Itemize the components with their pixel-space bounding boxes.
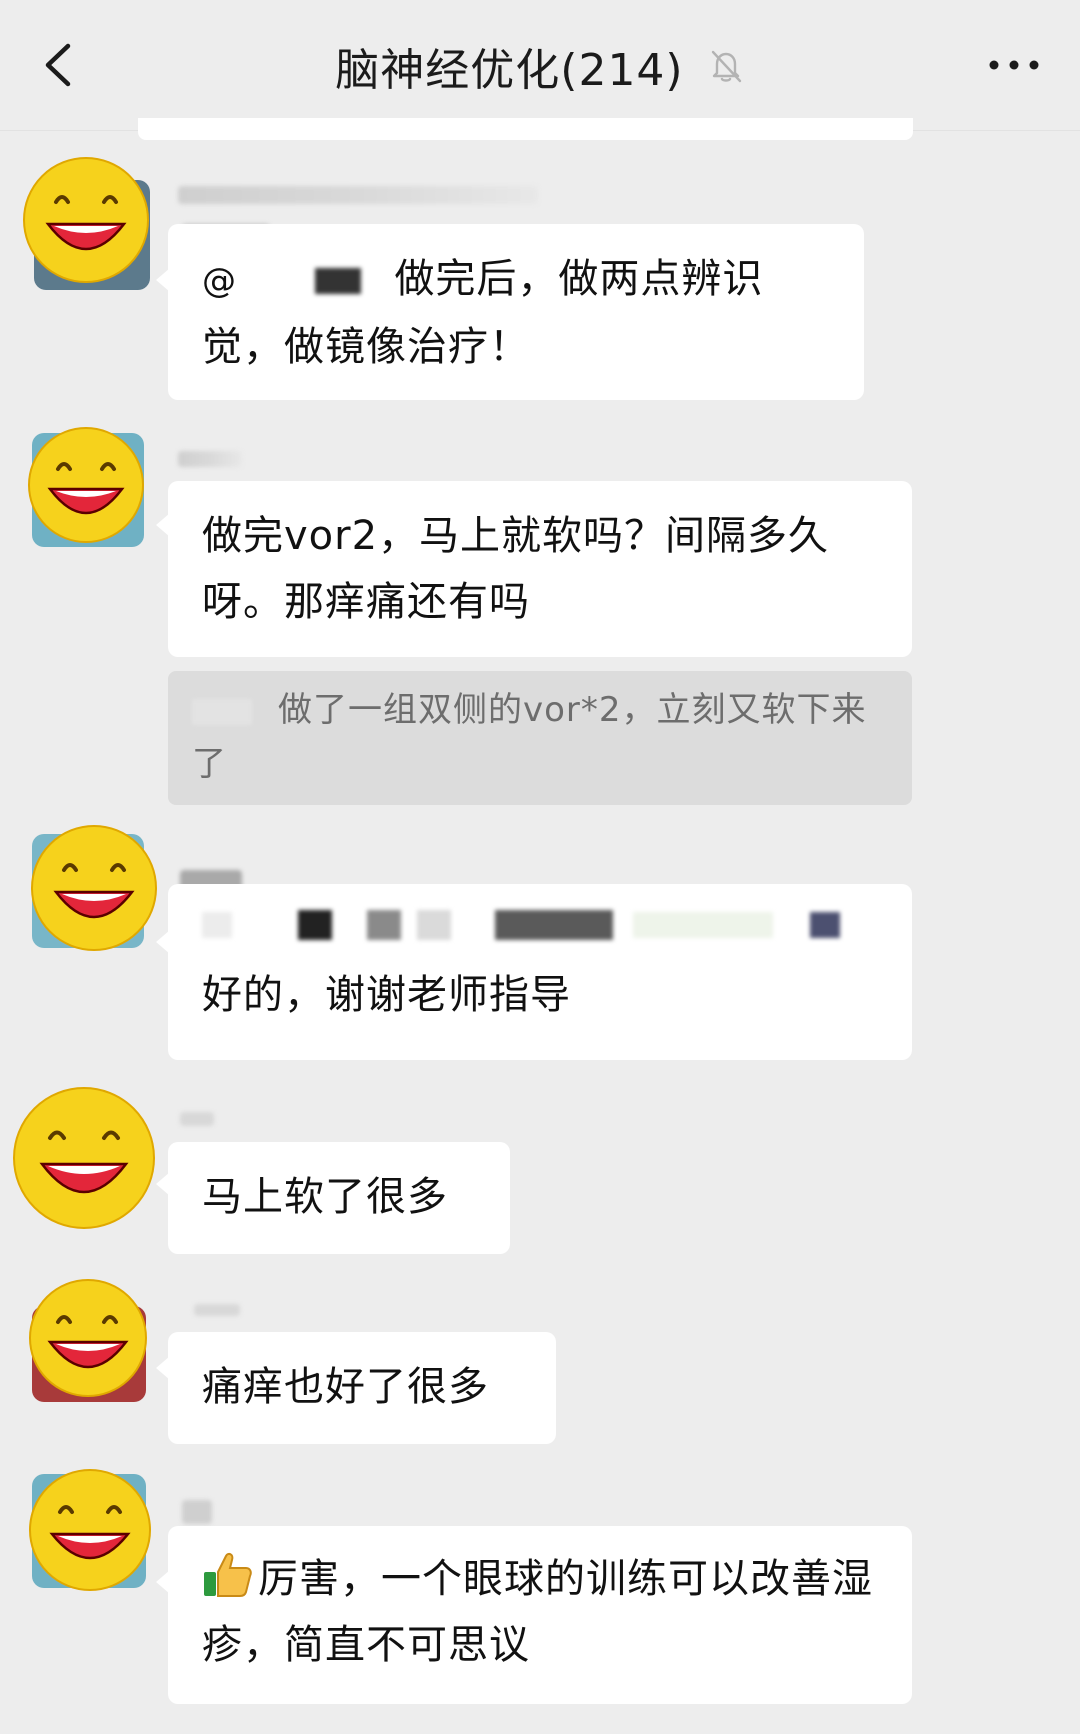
message-text: 马上软了很多 (202, 1174, 448, 1220)
title-area: 脑神经优化(214) (0, 34, 1080, 96)
message-text: 好的，谢谢老师指导 (202, 972, 571, 1018)
message-text: 痛痒也好了很多 (202, 1364, 489, 1410)
previous-message-bubble (138, 118, 913, 140)
smiley-icon (29, 1279, 147, 1397)
avatar[interactable] (24, 822, 162, 960)
avatar[interactable] (24, 425, 162, 563)
thumbs-up-icon (204, 1552, 252, 1597)
mention-name-blurred (314, 268, 361, 294)
smiley-icon (23, 157, 149, 283)
bell-off-icon (711, 50, 741, 83)
smiley-icon (29, 1469, 151, 1591)
message-row: 马上软了很多 (0, 1082, 1080, 1262)
sender-name-blurred (178, 451, 242, 467)
avatar[interactable] (18, 156, 156, 294)
message-row: 好的，谢谢老师指导 (0, 822, 1080, 1072)
avatar[interactable] (24, 1278, 162, 1416)
chat-header: 脑神经优化(214) (0, 0, 1080, 131)
more-horizontal-icon[interactable] (984, 42, 1044, 88)
sender-name-blurred (194, 1304, 240, 1316)
message-row: 做完vor2，马上就软吗？间隔多久呀。那痒痛还有吗 做了一组双侧的vor*2，立… (0, 425, 1080, 815)
sender-name-blurred (182, 1500, 212, 1524)
quoted-reply[interactable]: 做了一组双侧的vor*2，立刻又软下来了 (168, 671, 912, 805)
message-bubble[interactable]: 痛痒也好了很多 (168, 1332, 556, 1444)
sender-name-blurred (180, 1112, 214, 1126)
message-text: 做完后，做两点辨识觉，做镜像治疗！ (202, 256, 764, 370)
smiley-icon (28, 427, 144, 543)
message-bubble[interactable]: @ 做完后，做两点辨识觉，做镜像治疗！ (168, 224, 864, 400)
quote-text: 做了一组双侧的vor*2，立刻又软下来了 (192, 690, 867, 784)
message-bubble[interactable]: 做完vor2，马上就软吗？间隔多久呀。那痒痛还有吗 (168, 481, 912, 657)
mention-symbol[interactable]: @ (202, 261, 237, 301)
message-bubble[interactable]: 好的，谢谢老师指导 (168, 884, 912, 1060)
message-bubble[interactable]: 厉害，一个眼球的训练可以改善湿疹，简直不可思议 (168, 1526, 912, 1704)
quoted-context-blurred (202, 898, 878, 948)
message-bubble[interactable]: 马上软了很多 (168, 1142, 510, 1254)
sender-name-blurred (178, 186, 538, 204)
message-row: 痛痒也好了很多 (0, 1276, 1080, 1456)
smiley-icon (13, 1087, 155, 1229)
message-text: 做完vor2，马上就软吗？间隔多久呀。那痒痛还有吗 (202, 513, 830, 625)
message-text: 厉害，一个眼球的训练可以改善湿疹，简直不可思议 (202, 1556, 873, 1668)
avatar[interactable] (24, 1466, 162, 1604)
smiley-icon (31, 825, 157, 951)
message-row: @ 做完后，做两点辨识觉，做镜像治疗！ (0, 150, 1080, 410)
chat-title: 脑神经优化(214) (335, 45, 684, 96)
quoted-sender-blurred (192, 698, 252, 725)
message-row: 厉害，一个眼球的训练可以改善湿疹，简直不可思议 (0, 1466, 1080, 1734)
avatar[interactable] (10, 1084, 160, 1234)
